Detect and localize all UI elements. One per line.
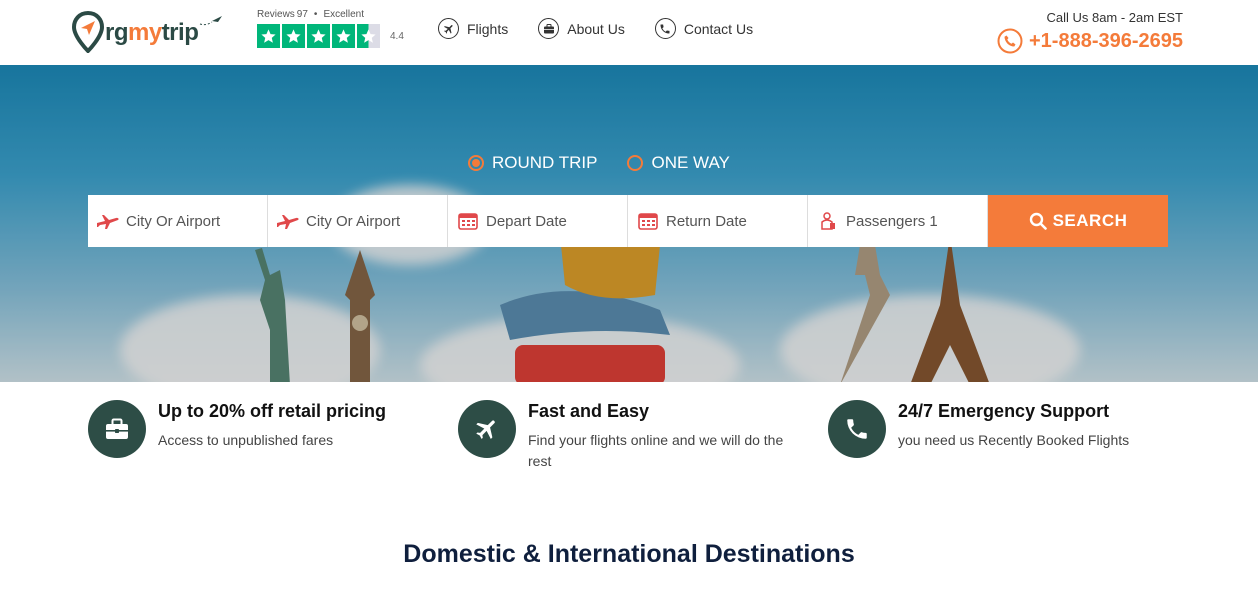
reviews-rating-word: Excellent	[323, 9, 365, 20]
star-icon	[257, 24, 280, 48]
depart-date-placeholder: Depart Date	[486, 212, 567, 230]
radio-unselected-icon	[627, 155, 644, 171]
location-pin-icon	[72, 11, 104, 53]
briefcase-icon	[88, 400, 146, 458]
feature-item: Fast and Easy Find your flights online a…	[458, 400, 828, 472]
briefcase-icon	[538, 18, 560, 39]
return-date-field[interactable]: Return Date	[628, 195, 808, 247]
one-way-radio[interactable]: ONE WAY	[627, 153, 730, 173]
search-icon	[1029, 212, 1047, 230]
feature-item: Up to 20% off retail pricing Access to u…	[88, 400, 458, 472]
destination-field[interactable]: City Or Airport	[268, 195, 448, 247]
half-star-icon	[357, 24, 380, 48]
feature-description: Find your flights online and we will do …	[528, 432, 784, 469]
phone-icon	[654, 18, 676, 39]
star-rating: 4.4	[257, 24, 404, 48]
plane-arrival-icon	[277, 215, 299, 229]
search-button-label: SEARCH	[1052, 211, 1128, 230]
plane-departure-icon	[97, 215, 119, 229]
destination-placeholder: City Or Airport	[306, 212, 401, 230]
search-button[interactable]: SEARCH	[988, 195, 1168, 247]
star-icon	[282, 24, 305, 48]
passengers-field[interactable]: Passengers 1	[808, 195, 988, 247]
nav-flights[interactable]: Flights	[438, 18, 508, 39]
feature-title: Up to 20% off retail pricing	[158, 401, 387, 421]
rating-number: 4.4	[390, 30, 404, 42]
site-header: rgmytrip Reviews 97 • Excellent 4.4 Flig…	[0, 0, 1258, 65]
reviews-separator: •	[313, 9, 318, 20]
call-us: Call Us 8am - 2am EST +1-888-396-2695	[997, 10, 1183, 54]
feature-title: Fast and Easy	[528, 401, 650, 421]
nav-contact-us[interactable]: Contact Us	[654, 18, 754, 39]
logo-wordmark: rgmytrip	[105, 19, 199, 46]
nav-about-us-label: About Us	[567, 20, 625, 37]
feature-item: 24/7 Emergency Support you need us Recen…	[828, 400, 1198, 472]
calendar-icon	[458, 213, 478, 230]
feature-description: Access to unpublished fares	[158, 432, 334, 448]
section-heading: Domestic & International Destinations	[403, 540, 855, 568]
phone-number-link[interactable]: +1-888-396-2695	[997, 28, 1183, 54]
site-logo[interactable]: rgmytrip	[72, 10, 222, 54]
radio-selected-icon	[468, 155, 484, 171]
trip-type-selector: ROUND TRIP ONE WAY	[468, 153, 730, 173]
one-way-label: ONE WAY	[651, 153, 730, 172]
return-date-placeholder: Return Date	[666, 212, 747, 230]
round-trip-label: ROUND TRIP	[492, 153, 598, 172]
phone-number: +1-888-396-2695	[1028, 29, 1183, 52]
phone-icon	[997, 28, 1023, 54]
calendar-icon	[638, 213, 658, 230]
reviews-count: 97	[296, 9, 308, 20]
nav-contact-us-label: Contact Us	[683, 20, 754, 37]
nav-about-us[interactable]: About Us	[538, 18, 625, 39]
feature-title: 24/7 Emergency Support	[898, 401, 1110, 421]
trustpilot-reviews[interactable]: Reviews 97 • Excellent 4.4	[257, 9, 404, 48]
reviews-label: Reviews	[257, 9, 295, 20]
star-icon	[307, 24, 330, 48]
flight-search-form: City Or Airport City Or Airport Depart D…	[88, 195, 1168, 247]
small-plane-icon	[199, 16, 222, 26]
nav-flights-label: Flights	[467, 20, 509, 37]
passenger-icon	[821, 212, 835, 230]
depart-date-field[interactable]: Depart Date	[448, 195, 628, 247]
feature-list: Up to 20% off retail pricing Access to u…	[88, 400, 1198, 472]
phone-icon	[828, 400, 886, 458]
main-nav: Flights About Us Contact Us	[438, 18, 753, 39]
passengers-placeholder: Passengers 1	[846, 212, 938, 230]
plane-icon	[438, 18, 459, 39]
feature-description: you need us Recently Booked Flights	[898, 432, 1130, 448]
star-icon	[332, 24, 355, 48]
hero-banner: ROUND TRIP ONE WAY City Or Airport City …	[0, 65, 1258, 382]
origin-field[interactable]: City Or Airport	[88, 195, 268, 247]
origin-placeholder: City Or Airport	[126, 212, 221, 230]
plane-icon	[458, 400, 516, 458]
round-trip-radio[interactable]: ROUND TRIP	[468, 153, 597, 173]
call-hours: Call Us 8am - 2am EST	[1046, 10, 1183, 25]
